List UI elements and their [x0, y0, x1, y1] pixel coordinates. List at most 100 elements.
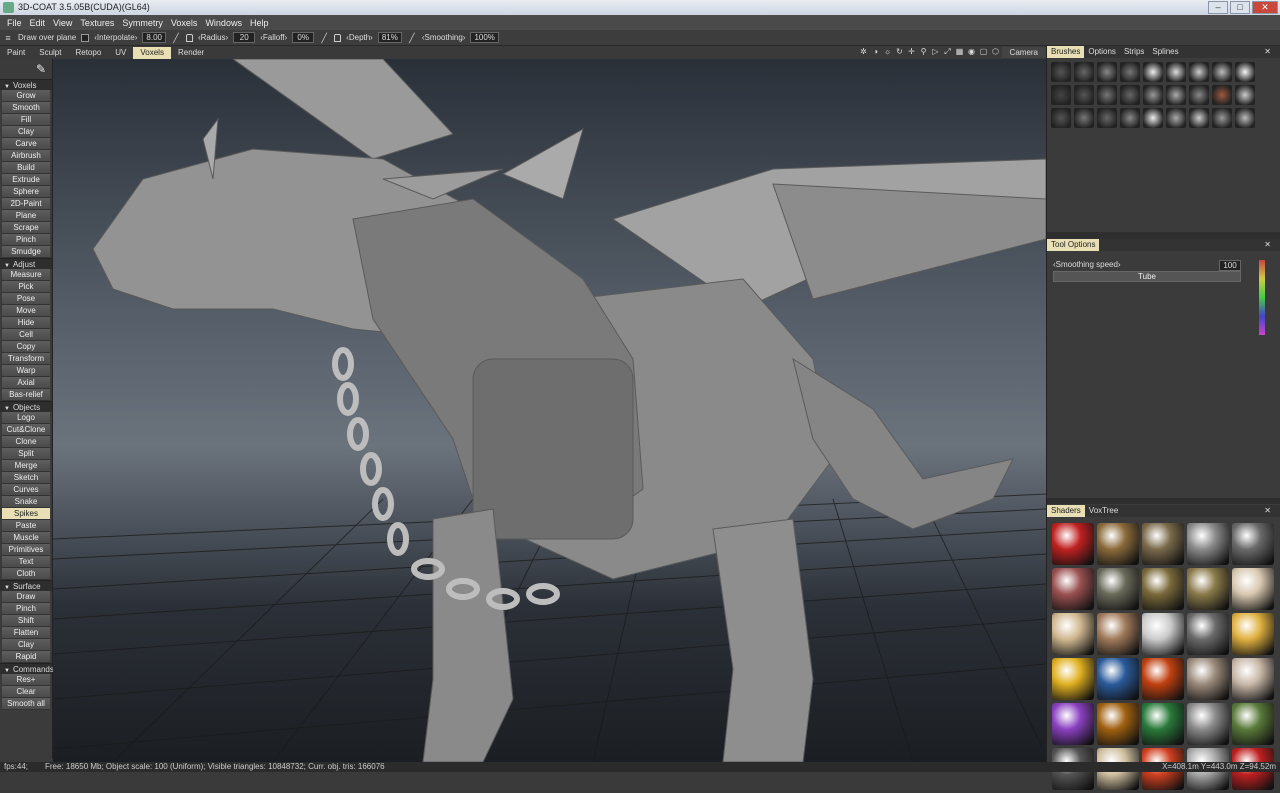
shader-thumbnail[interactable]: [1187, 613, 1229, 655]
color-strip[interactable]: [1259, 260, 1265, 335]
tool-pick[interactable]: Pick: [2, 281, 50, 293]
tool-flatten[interactable]: Flatten: [2, 627, 50, 639]
brush-alpha-thumbnail[interactable]: [1212, 85, 1232, 105]
shader-thumbnail[interactable]: [1232, 613, 1274, 655]
tab-voxtree[interactable]: VoxTree: [1085, 505, 1123, 517]
radius-field[interactable]: 20: [233, 32, 256, 43]
tool-primitives[interactable]: Primitives: [2, 544, 50, 556]
tube-button[interactable]: Tube: [1053, 271, 1241, 282]
tool-sphere[interactable]: Sphere: [2, 186, 50, 198]
brush-alpha-thumbnail[interactable]: [1166, 108, 1186, 128]
tool-smooth-all[interactable]: Smooth all: [2, 698, 50, 710]
shader-thumbnail[interactable]: [1187, 658, 1229, 700]
close-icon[interactable]: ✕: [1260, 46, 1275, 58]
brush-alpha-thumbnail[interactable]: [1212, 62, 1232, 82]
tool-split[interactable]: Split: [2, 448, 50, 460]
brush-alpha-thumbnail[interactable]: [1074, 85, 1094, 105]
fit-icon[interactable]: ⤢: [943, 47, 952, 56]
tool-merge[interactable]: Merge: [2, 460, 50, 472]
tool-clay[interactable]: Clay: [2, 639, 50, 651]
close-icon[interactable]: ✕: [1260, 239, 1275, 251]
tool-cloth[interactable]: Cloth: [2, 568, 50, 580]
tool-build[interactable]: Build: [2, 162, 50, 174]
tool-snake[interactable]: Snake: [2, 496, 50, 508]
menu-voxels[interactable]: Voxels: [167, 18, 202, 28]
menu-edit[interactable]: Edit: [26, 18, 50, 28]
tool-draw[interactable]: Draw: [2, 591, 50, 603]
pan-icon[interactable]: ✛: [907, 47, 916, 56]
tool-rapid[interactable]: Rapid: [2, 651, 50, 663]
tool-extrude[interactable]: Extrude: [2, 174, 50, 186]
menu-textures[interactable]: Textures: [76, 18, 118, 28]
tool-pose[interactable]: Pose: [2, 293, 50, 305]
menu-file[interactable]: File: [3, 18, 26, 28]
shader-thumbnail[interactable]: [1052, 523, 1094, 565]
zoom-icon[interactable]: ⚲: [919, 47, 928, 56]
brush-alpha-thumbnail[interactable]: [1235, 62, 1255, 82]
close-button[interactable]: ✕: [1252, 1, 1278, 14]
brush-alpha-thumbnail[interactable]: [1074, 108, 1094, 128]
shader-thumbnail[interactable]: [1052, 568, 1094, 610]
play-icon[interactable]: ▷: [931, 47, 940, 56]
lock-icon[interactable]: [185, 33, 193, 42]
shader-thumbnail[interactable]: [1142, 613, 1184, 655]
pen-pressure-icon[interactable]: ╱: [319, 33, 329, 43]
3d-viewport[interactable]: [53, 59, 1046, 762]
menu-handle-icon[interactable]: ≡: [3, 33, 13, 43]
tab-uv[interactable]: UV: [108, 47, 133, 59]
menu-symmetry[interactable]: Symmetry: [118, 18, 167, 28]
interpolate-checkbox[interactable]: [81, 33, 90, 42]
shader-thumbnail[interactable]: [1232, 703, 1274, 745]
tab-brushes[interactable]: Brushes: [1047, 46, 1085, 58]
brush-alpha-thumbnail[interactable]: [1120, 85, 1140, 105]
tab-render[interactable]: Render: [171, 47, 211, 59]
pen-pressure-icon[interactable]: ╱: [407, 33, 417, 43]
grid-icon[interactable]: ▦: [955, 47, 964, 56]
shader-thumbnail[interactable]: [1187, 523, 1229, 565]
tool-fill[interactable]: Fill: [2, 114, 50, 126]
tool-pinch[interactable]: Pinch: [2, 603, 50, 615]
tool-curves[interactable]: Curves: [2, 484, 50, 496]
tool-grow[interactable]: Grow: [2, 90, 50, 102]
frame-icon[interactable]: ▢: [979, 47, 988, 56]
menu-help[interactable]: Help: [246, 18, 273, 28]
pen-pressure-icon[interactable]: ╱: [171, 33, 181, 43]
light-icon[interactable]: ✲: [859, 47, 868, 56]
tool-axial[interactable]: Axial: [2, 377, 50, 389]
brush-alpha-thumbnail[interactable]: [1097, 108, 1117, 128]
brush-alpha-thumbnail[interactable]: [1166, 85, 1186, 105]
interpolate-field[interactable]: 8.00: [142, 32, 166, 43]
tab-retopo[interactable]: Retopo: [68, 47, 108, 59]
section-header-adjust[interactable]: ▼ Adjust: [0, 258, 52, 269]
tool-clear[interactable]: Clear: [2, 686, 50, 698]
section-header-objects[interactable]: ▼ Objects: [0, 401, 52, 412]
tool-move[interactable]: Move: [2, 305, 50, 317]
brush-alpha-thumbnail[interactable]: [1051, 85, 1071, 105]
minimize-button[interactable]: –: [1208, 1, 1228, 14]
shader-thumbnail[interactable]: [1142, 523, 1184, 565]
smoothing-speed-field[interactable]: 100: [1219, 260, 1241, 271]
menu-view[interactable]: View: [49, 18, 76, 28]
tool-bas-relief[interactable]: Bas-relief: [2, 389, 50, 401]
ortho-icon[interactable]: ◉: [967, 47, 976, 56]
tab-options[interactable]: Options: [1084, 46, 1120, 58]
brush-alpha-thumbnail[interactable]: [1189, 85, 1209, 105]
tool-warp[interactable]: Warp: [2, 365, 50, 377]
brush-alpha-thumbnail[interactable]: [1143, 62, 1163, 82]
cube-icon[interactable]: ⬡: [991, 47, 1000, 56]
shader-thumbnail[interactable]: [1052, 658, 1094, 700]
shader-thumbnail[interactable]: [1232, 568, 1274, 610]
shading-icon[interactable]: ◑: [871, 47, 880, 56]
brush-alpha-thumbnail[interactable]: [1051, 108, 1071, 128]
menu-windows[interactable]: Windows: [201, 18, 246, 28]
tool-shift[interactable]: Shift: [2, 615, 50, 627]
brush-alpha-thumbnail[interactable]: [1189, 108, 1209, 128]
tool-measure[interactable]: Measure: [2, 269, 50, 281]
tool-res-[interactable]: Res+: [2, 674, 50, 686]
sun-icon[interactable]: ☼: [883, 47, 892, 56]
brush-alpha-thumbnail[interactable]: [1189, 62, 1209, 82]
shader-thumbnail[interactable]: [1052, 703, 1094, 745]
brush-alpha-thumbnail[interactable]: [1212, 108, 1232, 128]
tool-text[interactable]: Text: [2, 556, 50, 568]
tool-cut-clone[interactable]: Cut&Clone: [2, 424, 50, 436]
